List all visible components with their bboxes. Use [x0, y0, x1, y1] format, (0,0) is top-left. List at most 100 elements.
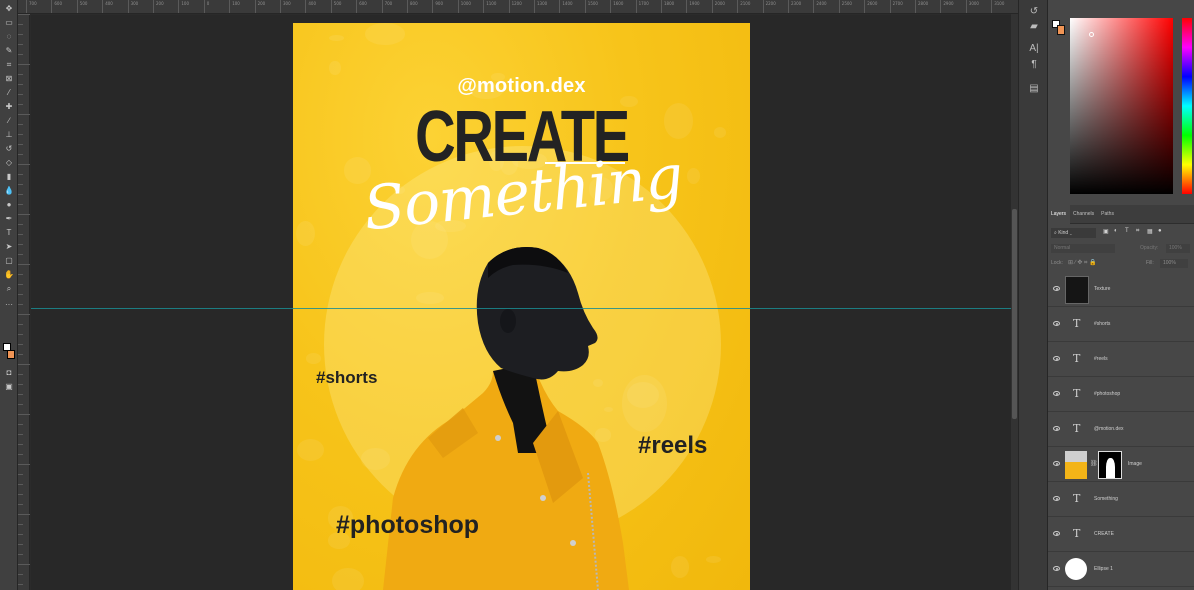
zoom-tool-icon[interactable]: ⌕ [4, 284, 14, 293]
tab-channels[interactable]: Channels [1070, 205, 1098, 224]
history-panel-icon[interactable]: ↺ [1027, 5, 1041, 17]
visibility-eye-icon[interactable] [1053, 461, 1060, 466]
ruler-tick [18, 364, 30, 365]
layer-row-shorts[interactable]: T #shorts [1048, 307, 1194, 342]
libraries-panel-icon[interactable]: ▤ [1027, 82, 1041, 94]
blur-tool-icon[interactable]: 💧 [4, 186, 14, 195]
path-select-tool-icon[interactable]: ➤ [4, 242, 14, 251]
ruler-tick-label: 700 [26, 0, 37, 13]
visibility-eye-icon[interactable] [1053, 531, 1060, 536]
ruler-tick-label: 2200 [762, 0, 776, 13]
color-picker-cursor[interactable] [1089, 32, 1094, 37]
marquee-tool-icon[interactable]: ▭ [4, 18, 14, 27]
visibility-eye-icon[interactable] [1053, 566, 1060, 571]
blend-row: Normal Opacity: 100% [1048, 243, 1194, 255]
ruler-tick-label: 1900 [686, 0, 700, 13]
frame-tool-icon[interactable]: ⊠ [4, 74, 14, 83]
lock-pixels-icon[interactable]: ⊞ ∕ ✥ ⌗ 🔒 [1068, 259, 1097, 267]
brush-tool-icon[interactable]: ∕ [4, 116, 14, 125]
ruler-tick [18, 574, 23, 575]
hue-slider[interactable] [1182, 18, 1192, 194]
more-tools-icon[interactable]: ··· [4, 300, 14, 309]
ruler-tick-label: 2000 [711, 0, 725, 13]
blend-mode-select[interactable]: Normal [1051, 244, 1115, 253]
move-tool-icon[interactable]: ✥ [4, 4, 14, 13]
filter-adjustment-icon[interactable]: ◐ [1114, 228, 1118, 234]
hand-tool-icon[interactable]: ✋ [4, 270, 14, 279]
opacity-field[interactable]: 100% [1166, 244, 1190, 253]
type-layer-icon: T [1073, 527, 1081, 540]
filter-type-icon[interactable]: T [1125, 228, 1129, 234]
type-tool-icon[interactable]: T [4, 228, 14, 237]
document-canvas[interactable]: @motion.dex CREATE Something #shorts #re… [31, 15, 1018, 590]
layer-row-texture[interactable]: Texture [1048, 272, 1194, 307]
horizontal-guide[interactable] [31, 308, 1018, 309]
visibility-eye-icon[interactable] [1053, 321, 1060, 326]
rectangle-tool-icon[interactable]: ▢ [4, 256, 14, 265]
lasso-tool-icon[interactable]: ◌ [4, 32, 14, 41]
tab-paths[interactable]: Paths [1098, 205, 1118, 224]
ruler-tick-label: 1100 [483, 0, 496, 13]
history-brush-tool-icon[interactable]: ↺ [4, 144, 14, 153]
healing-brush-tool-icon[interactable]: ✚ [4, 102, 14, 111]
layer-name: CREATE [1094, 531, 1114, 537]
panel-background-swatch[interactable] [1057, 25, 1065, 35]
ruler-tick [18, 494, 23, 495]
visibility-eye-icon[interactable] [1053, 426, 1060, 431]
tab-layers[interactable]: Layers [1048, 205, 1071, 224]
layer-mask-thumbnail[interactable] [1098, 451, 1122, 479]
filter-toggle-icon[interactable]: ● [1158, 228, 1162, 234]
visibility-eye-icon[interactable] [1053, 496, 1060, 501]
layer-row-reels[interactable]: T #reels [1048, 342, 1194, 377]
visibility-eye-icon[interactable] [1053, 391, 1060, 396]
visibility-eye-icon[interactable] [1053, 356, 1060, 361]
ruler-tick-label: 2900 [940, 0, 954, 13]
type-layer-icon: T [1073, 387, 1081, 400]
filter-kind-select[interactable]: ⌕ Kind ⌄ [1051, 228, 1096, 238]
ruler-tick [18, 154, 23, 155]
comments-panel-icon[interactable]: ▰ [1027, 20, 1041, 32]
layer-row-something[interactable]: T Something [1048, 482, 1194, 517]
layer-row-handle[interactable]: T @motion.dex [1048, 412, 1194, 447]
ruler-tick [18, 294, 23, 295]
ruler-tick [18, 164, 30, 165]
screen-mode-icon[interactable]: ▣ [4, 382, 14, 391]
tag-photoshop: #photoshop [336, 511, 480, 539]
layer-row-image[interactable]: ⛓ Image [1048, 447, 1194, 482]
mask-link-icon[interactable]: ⛓ [1090, 460, 1098, 467]
lock-row: Lock: ⊞ ∕ ✥ ⌗ 🔒 Fill: 100% [1048, 258, 1194, 270]
gradient-tool-icon[interactable]: ▮ [4, 172, 14, 181]
pen-tool-icon[interactable]: ✒ [4, 214, 14, 223]
eraser-tool-icon[interactable]: ◇ [4, 158, 14, 167]
fill-field[interactable]: 100% [1160, 259, 1188, 268]
layer-row-photoshop[interactable]: T #photoshop [1048, 377, 1194, 412]
ruler-tick-label: 1300 [534, 0, 547, 13]
ruler-tick [18, 274, 23, 275]
visibility-eye-icon[interactable] [1053, 286, 1060, 291]
handle-text: @motion.dex [457, 75, 586, 97]
filter-shape-icon[interactable]: ⌗ [1136, 228, 1139, 235]
filter-pixel-icon[interactable]: ▣ [1103, 228, 1109, 235]
scrollbar-thumb[interactable] [1012, 209, 1017, 419]
layer-row-ellipse[interactable]: Ellipse 1 [1048, 552, 1194, 587]
quick-mask-icon[interactable]: ◘ [4, 368, 14, 377]
ruler-tick [18, 514, 30, 515]
color-picker-field[interactable] [1070, 18, 1173, 194]
dodge-tool-icon[interactable]: ● [4, 200, 14, 209]
ruler-tick-label: 2700 [889, 0, 903, 13]
ruler-tick [18, 504, 23, 505]
paragraph-panel-icon[interactable]: ¶ [1027, 58, 1041, 70]
character-panel-icon[interactable]: A| [1027, 42, 1041, 54]
vertical-scrollbar[interactable] [1011, 14, 1018, 590]
clone-stamp-tool-icon[interactable]: ⊥ [4, 130, 14, 139]
background-color-swatch[interactable] [7, 350, 15, 359]
quick-select-tool-icon[interactable]: ✎ [4, 46, 14, 55]
filter-smart-object-icon[interactable]: ▦ [1147, 228, 1153, 235]
eyedropper-tool-icon[interactable]: ⁄ [4, 88, 14, 97]
crop-tool-icon[interactable]: ⌗ [4, 60, 14, 69]
layer-name: Ellipse 1 [1094, 566, 1113, 572]
poster-artboard[interactable]: @motion.dex CREATE Something #shorts #re… [293, 23, 750, 590]
ruler-tick-label: 900 [432, 0, 443, 13]
layer-row-create[interactable]: T CREATE [1048, 517, 1194, 552]
layer-name: #reels [1094, 356, 1108, 362]
